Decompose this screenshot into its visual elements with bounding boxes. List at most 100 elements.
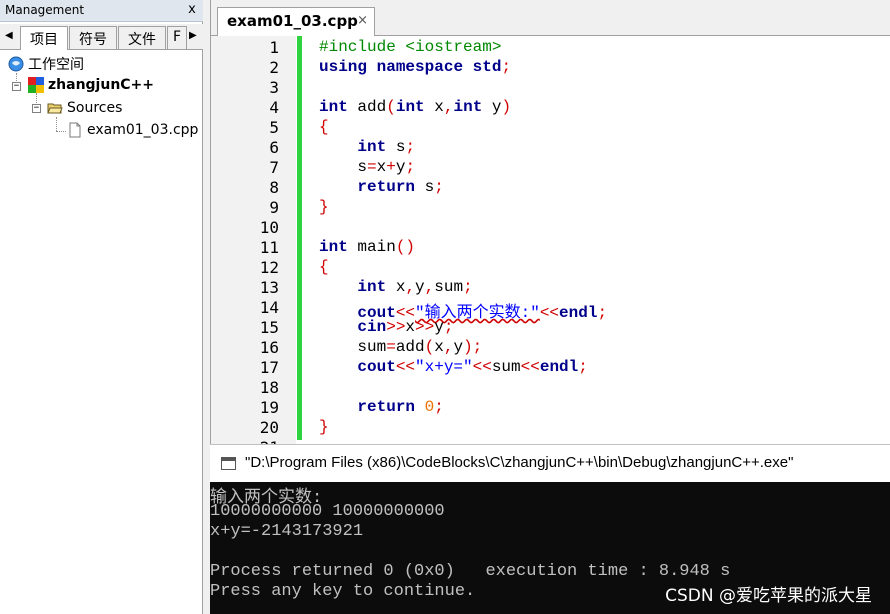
code-token: y [434, 318, 444, 336]
code-line[interactable]: cout<<"x+y="<<sum<<endl; [319, 358, 587, 376]
management-panel: Management x ◀ 项目 符号 文件 F ▶ 工作空间 − zhang… [0, 0, 203, 614]
code-token: } [319, 198, 329, 216]
code-token: endl [539, 358, 579, 376]
code-line[interactable]: return 0; [319, 398, 443, 416]
code-token: int [395, 98, 425, 116]
code-line[interactable]: #include <iostream> [319, 38, 501, 56]
console-line: Press any key to continue. [210, 582, 476, 601]
code-line[interactable]: int main() [319, 238, 415, 256]
code-line[interactable]: sum=add(x,y); [319, 338, 482, 356]
code-line[interactable]: using namespace std; [319, 58, 511, 76]
code-token: >> [415, 318, 435, 336]
line-number: 6 [269, 138, 279, 157]
code-token: + [386, 158, 396, 176]
tree-item-file[interactable]: exam01_03.cpp [67, 120, 198, 140]
code-token: cout [357, 358, 396, 376]
collapse-project-icon[interactable]: − [12, 82, 21, 91]
code-token: std [472, 58, 502, 76]
line-number-gutter: 1 2 3 4 5 6 7 8 9 10 11 12 13 14 15 16 1… [211, 36, 296, 457]
code-token: x [434, 98, 444, 116]
line-number: 2 [269, 58, 279, 77]
code-token: sum [434, 278, 464, 296]
console-title: "D:\Program Files (x86)\CodeBlocks\C\zha… [245, 454, 794, 471]
code-token: endl [559, 304, 598, 322]
code-token: x [395, 278, 406, 296]
code-line[interactable]: return s; [319, 178, 443, 196]
code-line[interactable]: int s; [319, 138, 415, 156]
folder-icon [47, 100, 63, 116]
management-tabs: ◀ 项目 符号 文件 F ▶ [0, 24, 203, 50]
code-token: , [405, 278, 416, 296]
code-token: y [491, 98, 502, 116]
code-token: ; [501, 58, 512, 76]
console-line: x+y=-2143173921 [210, 522, 364, 541]
code-line[interactable]: { [319, 118, 329, 136]
file-icon [67, 122, 83, 138]
code-token: << [539, 304, 560, 322]
code-token: ( [386, 98, 396, 116]
code-token: x [376, 158, 387, 176]
code-token: x [434, 338, 444, 356]
console-title-bar[interactable]: "D:\Program Files (x86)\CodeBlocks\C\zha… [210, 444, 890, 482]
line-number: 8 [269, 178, 279, 197]
code-line[interactable]: { [319, 258, 329, 276]
code-token: ; [443, 318, 454, 336]
code-token: << [520, 358, 540, 376]
code-token: #include <iostream> [319, 38, 502, 56]
management-title: Management [5, 3, 85, 17]
code-token: ; [463, 278, 473, 296]
tree-item-label: Sources [67, 100, 123, 116]
code-editor: exam01_03.cpp × 1 2 3 4 5 6 7 8 9 10 11 … [210, 0, 890, 457]
collapse-folder-icon[interactable]: − [32, 104, 41, 113]
line-number: 10 [259, 218, 279, 237]
code-token: y [415, 278, 425, 296]
code-token: = [367, 158, 377, 176]
code-token: = [386, 338, 396, 356]
code-token: ; [405, 138, 416, 156]
code-token: ) [501, 98, 512, 116]
tab-fsm[interactable]: F [167, 26, 187, 49]
watermark-text: CSDN @爱吃苹果的派大星 [665, 586, 872, 606]
tab-scroll-left-icon[interactable]: ◀ [5, 30, 13, 41]
code-token: s [395, 138, 406, 156]
tab-projects[interactable]: 项目 [20, 26, 68, 50]
code-token: int [453, 98, 483, 116]
code-token: >> [386, 318, 406, 336]
code-token: sum [491, 358, 521, 376]
code-token: int [319, 98, 348, 116]
tab-files[interactable]: 文件 [118, 26, 166, 49]
editor-tab-exam01-03[interactable]: exam01_03.cpp × [217, 7, 375, 36]
code-line[interactable]: cin>>x>>y; [319, 318, 453, 336]
tree-item-workspace[interactable]: 工作空间 [8, 54, 84, 74]
line-number: 16 [259, 338, 279, 357]
tab-scroll-right-icon[interactable]: ▶ [189, 30, 197, 41]
console-output[interactable]: 输入两个实数: 10000000000 10000000000 x+y=-214… [210, 482, 890, 614]
code-token: } [319, 418, 329, 436]
code-token: 0 [424, 398, 435, 416]
line-number: 7 [269, 158, 279, 177]
line-number: 5 [269, 118, 279, 137]
project-icon [28, 77, 44, 93]
code-line[interactable]: int add(int x,int y) [319, 98, 511, 116]
tree-item-project[interactable]: zhangjunC++ [28, 75, 154, 95]
tab-symbols[interactable]: 符号 [69, 26, 117, 49]
close-tab-icon[interactable]: × [357, 13, 368, 28]
code-token: return [357, 398, 416, 416]
code-token: main [357, 238, 396, 256]
code-token: () [395, 238, 416, 256]
code-token: ); [463, 338, 483, 356]
editor-tab-label: exam01_03.cpp [227, 12, 358, 30]
tree-item-sources[interactable]: Sources [47, 98, 122, 118]
management-close-button[interactable]: x [185, 2, 199, 18]
code-token: , [424, 278, 435, 296]
code-token: int [357, 278, 387, 296]
code-line[interactable]: } [319, 198, 329, 216]
code-token: s [424, 178, 435, 196]
code-token: { [319, 258, 329, 276]
code-line[interactable]: s=x+y; [319, 158, 415, 176]
line-number: 12 [259, 258, 279, 277]
code-line[interactable]: } [319, 418, 329, 436]
code-token: { [319, 118, 329, 136]
line-number: 17 [259, 358, 279, 377]
code-line[interactable]: int x,y,sum; [319, 278, 473, 296]
